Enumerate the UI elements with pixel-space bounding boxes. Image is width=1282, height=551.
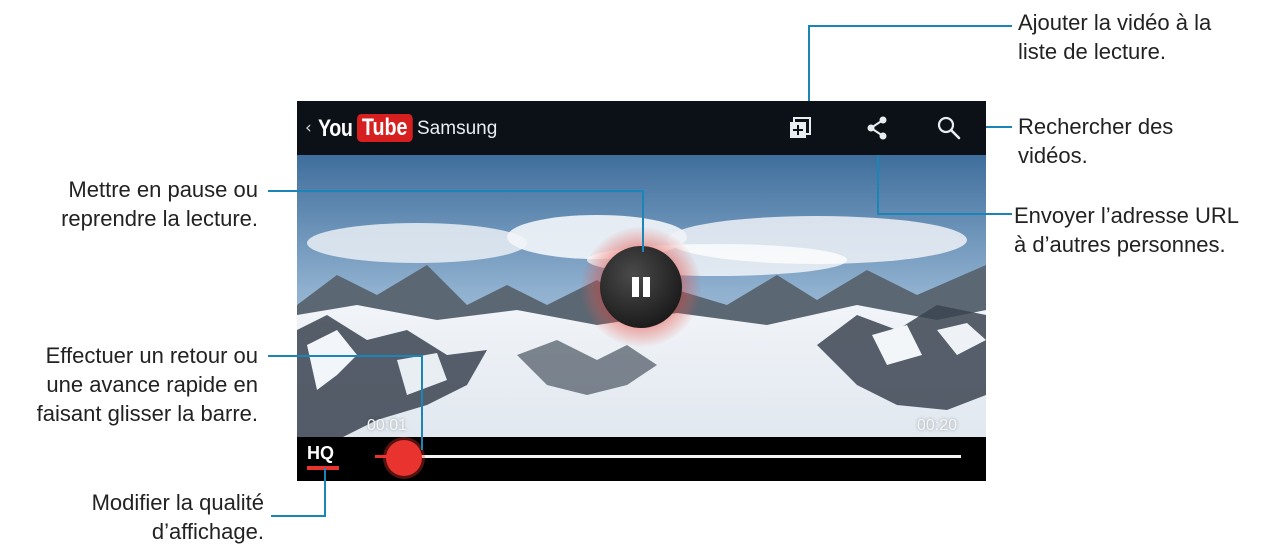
callout-playlist: Ajouter la vidéo à la liste de lecture. [1018, 10, 1212, 64]
callout-search: Rechercher des vidéos. [1018, 114, 1174, 168]
quality-toggle[interactable]: HQ [307, 443, 334, 464]
search-button[interactable] [934, 113, 964, 143]
pause-button[interactable] [600, 246, 682, 328]
callout-line-seek-h [268, 355, 422, 357]
pause-icon [632, 277, 650, 297]
youtube-logo-tube[interactable]: Tube [357, 114, 413, 142]
seek-handle[interactable] [386, 440, 423, 476]
callout-line-quality-h [271, 515, 326, 517]
add-to-playlist-icon [790, 117, 811, 138]
callout-line-share-v [877, 146, 879, 214]
youtube-logo-you[interactable]: You [318, 115, 353, 143]
bottom-control-bar: HQ [297, 437, 986, 481]
callout-share: Envoyer l’adresse URL à d’autres personn… [1014, 203, 1239, 257]
callout-line-playlist-h [808, 25, 1012, 27]
quality-indicator [307, 466, 339, 470]
back-chevron-icon[interactable]: ‹ [305, 118, 312, 138]
callout-line-share-h [877, 213, 1012, 215]
share-button[interactable] [862, 113, 892, 143]
add-to-playlist-button[interactable] [785, 113, 815, 143]
callout-line-pause-v [642, 190, 644, 252]
total-duration: 00:20 [917, 417, 958, 434]
top-action-bar: ‹ You Tube Samsung [297, 101, 986, 155]
callout-seek: Effectuer un retour ou une avance rapide… [36, 343, 258, 426]
callout-line-pause-h [268, 190, 643, 192]
callout-line-quality-v [324, 468, 326, 517]
elapsed-time: 00:01 [367, 417, 408, 434]
callout-line-seek-v [421, 355, 423, 450]
seek-bar[interactable] [375, 455, 961, 458]
channel-name: Samsung [417, 118, 498, 139]
callout-quality: Modifier la qualité d’affichage. [91, 490, 264, 544]
callout-line-playlist-v [808, 26, 810, 106]
callout-pause: Mettre en pause ou reprendre la lecture. [61, 177, 258, 231]
share-icon [867, 116, 887, 140]
youtube-player-screen: ‹ You Tube Samsung 00:01 00:20 HQ [297, 101, 986, 481]
search-icon [937, 116, 961, 140]
